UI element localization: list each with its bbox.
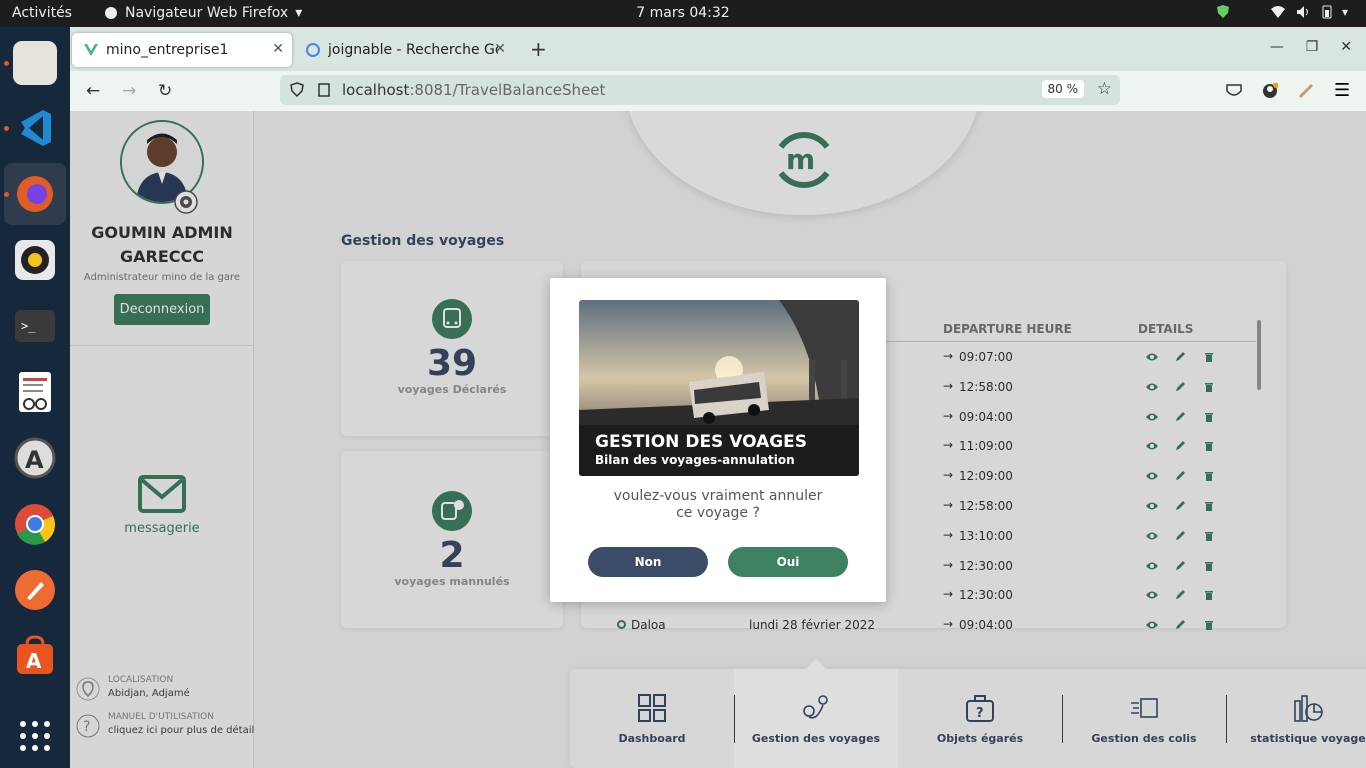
web-page: GOUMIN ADMIN GARECCC Administrateur mino… <box>70 111 1366 768</box>
modal-banner: GESTION DES VOAGES Bilan des voyages-ann… <box>579 300 859 476</box>
document-viewer-icon[interactable] <box>13 370 57 414</box>
shield-tracking-icon <box>290 82 304 98</box>
wifi-icon <box>1271 5 1285 18</box>
clock[interactable]: 7 mars 04:32 <box>0 5 1366 21</box>
firefox-window: mino_entreprise1 ✕ joignable - Recherche… <box>70 27 1366 768</box>
forward-icon[interactable]: → <box>122 81 136 101</box>
yes-button[interactable]: Oui <box>728 547 848 577</box>
rhythmbox-icon[interactable] <box>13 238 57 282</box>
battery-icon <box>1322 5 1332 18</box>
close-window-icon[interactable]: ✕ <box>1340 39 1352 55</box>
zoom-indicator[interactable]: 80 % <box>1041 80 1084 98</box>
svg-text:A: A <box>25 446 44 474</box>
close-icon[interactable]: ✕ <box>494 41 506 57</box>
app-store-icon[interactable]: A <box>13 634 57 678</box>
svg-text:A: A <box>26 649 42 673</box>
system-top-bar: Activités Navigateur Web Firefox ▾ 7 mar… <box>0 0 1366 27</box>
extension-icon[interactable] <box>1298 83 1314 99</box>
chrome-icon[interactable] <box>13 502 57 546</box>
tab-mino[interactable]: mino_entreprise1 ✕ <box>72 33 292 67</box>
account-icon[interactable] <box>1262 83 1278 99</box>
no-button[interactable]: Non <box>588 547 708 577</box>
url-text: localhost:8081/TravelBalanceSheet <box>342 81 606 99</box>
terminal-icon[interactable]: >_ <box>13 304 57 348</box>
close-icon[interactable]: ✕ <box>272 41 284 57</box>
menu-icon[interactable]: ☰ <box>1334 80 1350 101</box>
window-controls: — ❐ ✕ <box>1270 39 1352 55</box>
url-bar[interactable]: localhost:8081/TravelBalanceSheet 80 % ☆ <box>280 75 1120 105</box>
firefox-icon[interactable] <box>13 172 57 216</box>
modal-banner-subtitle: Bilan des voyages-annulation <box>595 453 795 467</box>
tab-google-search[interactable]: joignable - Recherche Go ✕ <box>294 33 514 67</box>
postman-icon[interactable] <box>13 568 57 612</box>
volume-icon <box>1297 5 1308 18</box>
ubuntu-dock: >_ A A <box>0 27 70 768</box>
maximize-icon[interactable]: ❐ <box>1306 39 1319 55</box>
bookmark-star-icon[interactable]: ☆ <box>1097 79 1112 99</box>
power-menu-chevron-icon: ▾ <box>1342 4 1349 19</box>
software-updater-icon[interactable]: A <box>13 436 57 480</box>
vue-icon <box>84 44 98 56</box>
cancel-trip-modal: GESTION DES VOAGES Bilan des voyages-ann… <box>550 278 886 602</box>
new-tab-button[interactable]: + <box>530 37 547 61</box>
tab-strip: mino_entreprise1 ✕ joignable - Recherche… <box>70 27 1366 71</box>
svg-text:>_: >_ <box>21 319 36 333</box>
google-icon <box>306 43 320 57</box>
vscode-icon[interactable] <box>13 106 57 150</box>
back-icon[interactable]: ← <box>86 81 100 101</box>
files-icon[interactable] <box>13 41 57 85</box>
minimize-icon[interactable]: — <box>1270 39 1284 55</box>
system-tray[interactable]: ▾ <box>1216 4 1352 19</box>
modal-question: voulez-vous vraiment annuler ce voyage ? <box>613 488 823 521</box>
modal-banner-title: GESTION DES VOAGES <box>595 432 808 452</box>
pocket-icon[interactable] <box>1226 83 1242 99</box>
reload-icon[interactable]: ↻ <box>158 81 172 101</box>
page-info-icon <box>318 83 330 97</box>
shield-icon <box>1217 5 1229 18</box>
show-apps-icon[interactable] <box>13 714 57 758</box>
navigation-bar: ← → ↻ localhost:8081/TravelBalanceSheet … <box>70 71 1366 111</box>
